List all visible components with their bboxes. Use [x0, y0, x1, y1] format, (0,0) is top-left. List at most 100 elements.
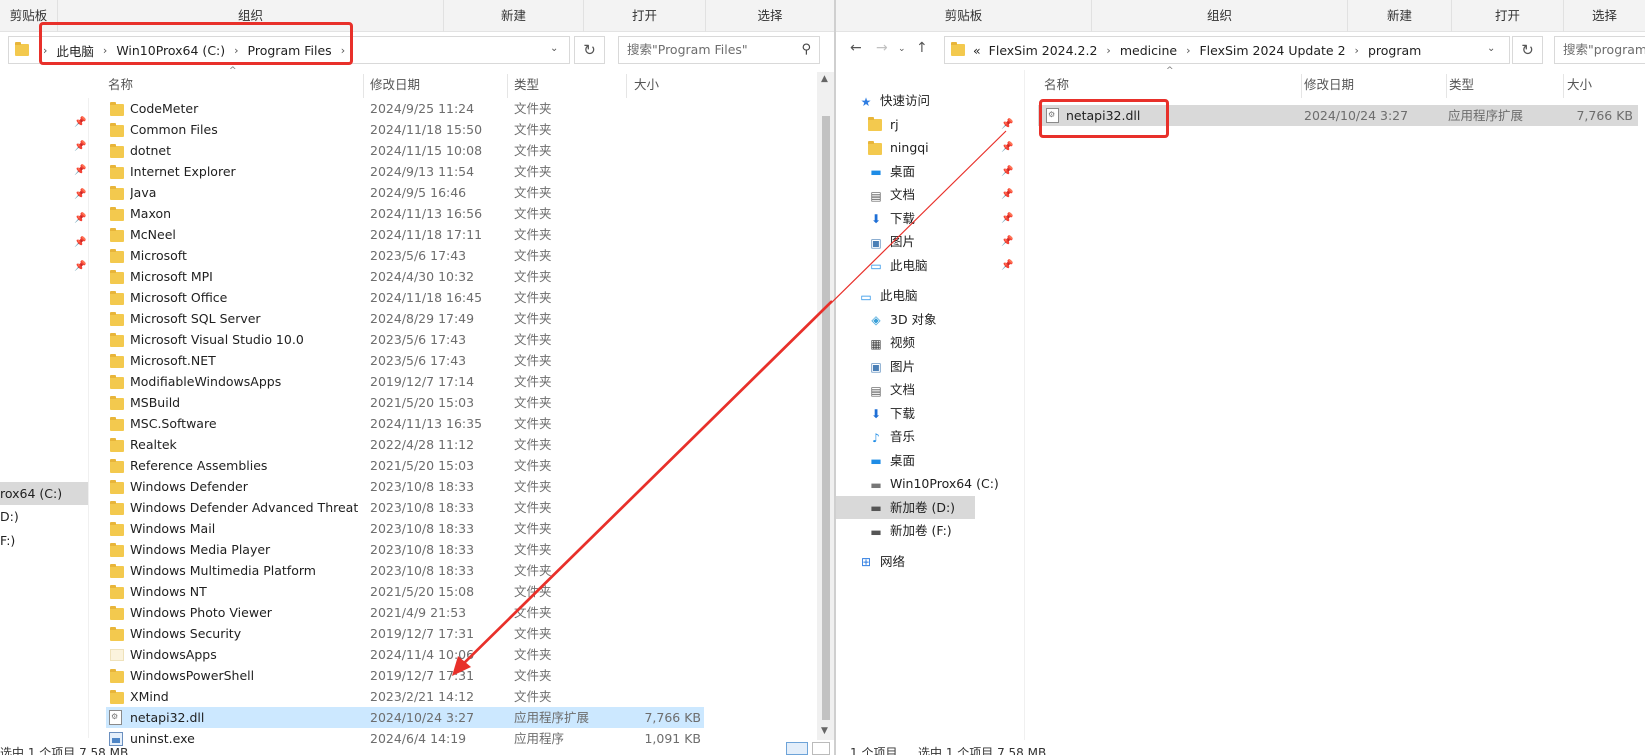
- column-divider[interactable]: [363, 74, 364, 98]
- nav-item[interactable]: ▤ 文档: [836, 378, 1006, 401]
- nav-item[interactable]: ▣ 图片: [836, 355, 1006, 378]
- file-row[interactable]: Reference Assemblies 2021/5/20 15:03 文件夹: [106, 455, 704, 476]
- ribbon-group-new[interactable]: 新建: [1348, 0, 1452, 32]
- file-row[interactable]: Internet Explorer 2024/9/13 11:54 文件夹: [106, 161, 704, 182]
- nav-item[interactable]: ⊞ 网络: [836, 550, 1006, 573]
- nav-item[interactable]: ▬ 新加卷 (D:): [836, 495, 975, 519]
- file-row[interactable]: Windows Multimedia Platform 2023/10/8 18:…: [106, 560, 704, 581]
- column-header-size[interactable]: 大小: [1567, 72, 1592, 98]
- file-row[interactable]: Java 2024/9/5 16:46 文件夹: [106, 182, 704, 203]
- details-view-icon[interactable]: [786, 742, 808, 755]
- file-row[interactable]: Microsoft Visual Studio 10.0 2023/5/6 17:…: [106, 329, 704, 350]
- address-history-dropdown-icon[interactable]: ⌄: [550, 43, 558, 54]
- file-row[interactable]: Microsoft Office 2024/11/18 16:45 文件夹: [106, 287, 704, 308]
- chevron-right-icon[interactable]: ›: [1355, 44, 1359, 57]
- refresh-button[interactable]: ↻: [574, 36, 605, 64]
- pin-icon[interactable]: 📌: [1001, 207, 1013, 230]
- pin-icon[interactable]: 📌: [1001, 230, 1013, 253]
- file-row[interactable]: netapi32.dll 2024/10/24 3:27 应用程序扩展 7,766 K…: [106, 707, 704, 728]
- search-input[interactable]: 搜索"program: [1554, 36, 1645, 64]
- column-header-date[interactable]: 修改日期: [1304, 72, 1354, 98]
- forward-arrow-icon[interactable]: →: [876, 40, 888, 56]
- nav-item[interactable]: ▦ 视频: [836, 331, 1006, 354]
- file-row[interactable]: XMind 2023/2/21 14:12 文件夹: [106, 686, 704, 707]
- search-input[interactable]: 搜索"Program Files" ⚲: [618, 36, 820, 64]
- nav-item[interactable]: ▭ 此电脑 📌: [836, 254, 1013, 277]
- file-row[interactable]: Maxon 2024/11/13 16:56 文件夹: [106, 203, 704, 224]
- nav-item[interactable]: ▬ 新加卷 (F:): [836, 519, 1006, 542]
- ribbon-group-new[interactable]: 新建: [444, 0, 584, 32]
- file-row[interactable]: Windows Mail 2023/10/8 18:33 文件夹: [106, 518, 704, 539]
- nav-item-drive-d[interactable]: D:): [0, 505, 19, 528]
- back-arrow-icon[interactable]: ←: [850, 40, 862, 56]
- nav-item[interactable]: ⬇ 下载: [836, 402, 1006, 425]
- breadcrumb-medicine[interactable]: medicine: [1120, 43, 1177, 58]
- address-bar[interactable]: « FlexSim 2024.2.2 › medicine › FlexSim …: [944, 36, 1510, 64]
- nav-item[interactable]: ▣ 图片 📌: [836, 230, 1013, 253]
- file-row[interactable]: CodeMeter 2024/9/25 11:24 文件夹: [106, 98, 704, 119]
- ribbon-group-clipboard[interactable]: 剪贴板: [836, 0, 1092, 32]
- file-row[interactable]: uninst.exe 2024/6/4 14:19 应用程序 1,091 KB: [106, 728, 704, 749]
- file-row[interactable]: WindowsPowerShell 2019/12/7 17:31 文件夹: [106, 665, 704, 686]
- column-header-type[interactable]: 类型: [514, 72, 539, 98]
- nav-item-drive-c[interactable]: rox64 (C:): [0, 482, 88, 505]
- breadcrumb-flexsim-update[interactable]: FlexSim 2024 Update 2: [1199, 43, 1345, 58]
- nav-item[interactable]: ◈ 3D 对象: [836, 308, 1006, 331]
- pin-icon[interactable]: 📌: [1001, 183, 1013, 206]
- file-row[interactable]: Microsoft MPI 2024/4/30 10:32 文件夹: [106, 266, 704, 287]
- column-divider[interactable]: [1446, 74, 1447, 98]
- column-divider[interactable]: [507, 74, 508, 98]
- nav-item[interactable]: ♪ 音乐: [836, 425, 1006, 448]
- refresh-button[interactable]: ↻: [1512, 36, 1543, 64]
- ribbon-group-open[interactable]: 打开: [584, 0, 706, 32]
- file-row[interactable]: WindowsApps 2024/11/4 10:06 文件夹: [106, 644, 704, 665]
- file-row[interactable]: Windows Photo Viewer 2021/4/9 21:53 文件夹: [106, 602, 704, 623]
- file-row[interactable]: dotnet 2024/11/15 10:08 文件夹: [106, 140, 704, 161]
- file-row[interactable]: MSC.Software 2024/11/13 16:35 文件夹: [106, 413, 704, 434]
- file-row[interactable]: MSBuild 2021/5/20 15:03 文件夹: [106, 392, 704, 413]
- nav-item[interactable]: ningqi 📌: [836, 136, 1013, 159]
- recent-locations-icon[interactable]: ⌄: [898, 44, 906, 54]
- nav-item[interactable]: ▬ Win10Prox64 (C:): [836, 472, 1006, 495]
- nav-item[interactable]: ▬ 桌面: [836, 449, 1006, 472]
- ribbon-group-select[interactable]: 选择: [1564, 0, 1645, 32]
- file-row[interactable]: Microsoft 2023/5/6 17:43 文件夹: [106, 245, 704, 266]
- nav-item[interactable]: ⬇ 下载 📌: [836, 207, 1013, 230]
- file-row[interactable]: Windows Security 2019/12/7 17:31 文件夹: [106, 623, 704, 644]
- nav-item[interactable]: rj 📌: [836, 113, 1013, 136]
- ribbon-group-select[interactable]: 选择: [706, 0, 834, 32]
- file-row[interactable]: Windows Defender 2023/10/8 18:33 文件夹: [106, 476, 704, 497]
- file-row[interactable]: Windows Media Player 2023/10/8 18:33 文件夹: [106, 539, 704, 560]
- column-header-date[interactable]: 修改日期: [370, 72, 420, 98]
- address-history-dropdown-icon[interactable]: ⌄: [1487, 43, 1495, 54]
- pin-icon[interactable]: 📌: [1001, 136, 1013, 159]
- file-row[interactable]: McNeel 2024/11/18 17:11 文件夹: [106, 224, 704, 245]
- nav-item[interactable]: ▤ 文档 📌: [836, 183, 1013, 206]
- ribbon-group-open[interactable]: 打开: [1452, 0, 1564, 32]
- column-header-type[interactable]: 类型: [1449, 72, 1474, 98]
- breadcrumb-program[interactable]: program: [1368, 43, 1421, 58]
- large-icons-view-icon[interactable]: [812, 742, 830, 755]
- nav-item-drive-f[interactable]: F:): [0, 529, 15, 552]
- pin-icon[interactable]: 📌: [1001, 254, 1013, 277]
- chevron-right-icon[interactable]: ›: [1186, 44, 1190, 57]
- column-header-name[interactable]: 名称: [108, 72, 133, 98]
- column-divider[interactable]: [1301, 74, 1302, 98]
- column-header-size[interactable]: 大小: [634, 72, 659, 98]
- scroll-down-icon[interactable]: ▼: [821, 726, 828, 736]
- pin-icon[interactable]: 📌: [1001, 160, 1013, 183]
- chevron-right-icon[interactable]: ›: [1106, 44, 1110, 57]
- vertical-scrollbar[interactable]: ▲ ▼: [817, 72, 834, 740]
- breadcrumb-flexsim-2024-2-2[interactable]: FlexSim 2024.2.2: [989, 43, 1098, 58]
- file-row[interactable]: Microsoft SQL Server 2024/8/29 17:49 文件夹: [106, 308, 704, 329]
- column-header-name[interactable]: 名称: [1044, 72, 1069, 98]
- nav-item[interactable]: ▬ 桌面 📌: [836, 160, 1013, 183]
- nav-item[interactable]: ★ 快速访问: [836, 89, 1006, 112]
- ribbon-group-organize[interactable]: 组织: [1092, 0, 1348, 32]
- nav-item[interactable]: ▭ 此电脑: [836, 284, 1006, 307]
- column-divider[interactable]: [626, 74, 627, 98]
- up-arrow-icon[interactable]: ↑: [916, 40, 928, 56]
- file-row[interactable]: Microsoft.NET 2023/5/6 17:43 文件夹: [106, 350, 704, 371]
- column-divider[interactable]: [1563, 74, 1564, 98]
- file-row[interactable]: Common Files 2024/11/18 15:50 文件夹: [106, 119, 704, 140]
